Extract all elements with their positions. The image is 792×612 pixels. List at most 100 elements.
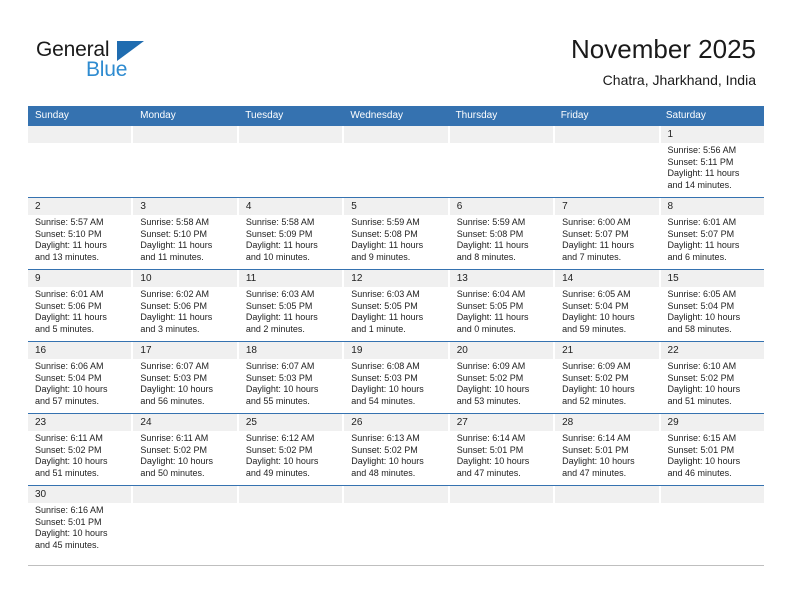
calendar-day-cell[interactable]: 24 Sunrise: 6:11 AM Sunset: 5:02 PM Dayl… (133, 414, 239, 485)
calendar-day-cell[interactable]: 4 Sunrise: 5:58 AM Sunset: 5:09 PM Dayli… (239, 198, 345, 269)
sunset-text: Sunset: 5:02 PM (562, 372, 629, 383)
calendar-day-cell[interactable] (450, 486, 556, 565)
daylight-text-line1: Daylight: 10 hours (456, 456, 530, 467)
day-sun-info: Sunrise: 6:01 AM Sunset: 5:07 PM Dayligh… (668, 215, 758, 263)
calendar-day-cell[interactable]: 17 Sunrise: 6:07 AM Sunset: 5:03 PM Dayl… (133, 342, 239, 413)
calendar-day-cell[interactable] (555, 126, 661, 197)
calendar-day-cell[interactable] (239, 486, 345, 565)
daylight-text-line2: and 59 minutes. (562, 323, 627, 334)
calendar-day-cell[interactable] (133, 126, 239, 197)
daylight-text-line2: and 50 minutes. (140, 467, 205, 478)
daylight-text-line2: and 58 minutes. (667, 323, 732, 334)
day-sun-info: Sunrise: 5:58 AM Sunset: 5:10 PM Dayligh… (140, 215, 230, 263)
daylight-text-line2: and 45 minutes. (35, 539, 100, 550)
calendar-day-cell[interactable]: 18 Sunrise: 6:07 AM Sunset: 5:03 PM Dayl… (239, 342, 345, 413)
sunset-text: Sunset: 5:09 PM (245, 228, 313, 239)
calendar-day-cell[interactable] (661, 486, 764, 565)
day-sun-info: Sunrise: 6:06 AM Sunset: 5:04 PM Dayligh… (35, 359, 125, 407)
day-number: 26 (351, 417, 363, 428)
daylight-text-line1: Daylight: 11 hours (245, 312, 318, 323)
calendar-day-cell[interactable]: 29 Sunrise: 6:15 AM Sunset: 5:01 PM Dayl… (661, 414, 764, 485)
calendar-day-cell[interactable]: 15 Sunrise: 6:05 AM Sunset: 5:04 PM Dayl… (661, 270, 764, 341)
daylight-text-line2: and 7 minutes. (562, 251, 622, 262)
day-number: 6 (456, 201, 463, 212)
calendar-day-cell[interactable]: 23 Sunrise: 6:11 AM Sunset: 5:02 PM Dayl… (28, 414, 134, 485)
calendar-day-cell[interactable]: 9 Sunrise: 6:01 AM Sunset: 5:06 PM Dayli… (28, 270, 134, 341)
calendar-day-cell[interactable] (28, 126, 134, 197)
calendar-week-row: 23 Sunrise: 6:11 AM Sunset: 5:02 PM Dayl… (28, 414, 764, 486)
daylight-text-line2: and 3 minutes. (140, 323, 200, 334)
day-sun-info: Sunrise: 6:11 AM Sunset: 5:02 PM Dayligh… (35, 431, 125, 479)
calendar-day-cell[interactable]: 19 Sunrise: 6:08 AM Sunset: 5:03 PM Dayl… (344, 342, 450, 413)
page-header: General Blue November 2025 Chatra, Jhark… (0, 0, 792, 104)
calendar-day-cell[interactable] (450, 126, 556, 197)
calendar-day-cell[interactable]: 5 Sunrise: 5:59 AM Sunset: 5:08 PM Dayli… (344, 198, 450, 269)
day-sun-info: Sunrise: 6:12 AM Sunset: 5:02 PM Dayligh… (246, 431, 336, 479)
calendar-day-cell[interactable] (133, 486, 239, 565)
sunrise-text: Sunrise: 5:57 AM (35, 217, 104, 227)
weekday-header-friday: Friday (560, 110, 589, 121)
calendar-day-cell[interactable] (344, 486, 450, 565)
calendar-day-cell[interactable]: 7 Sunrise: 6:00 AM Sunset: 5:07 PM Dayli… (555, 198, 661, 269)
sunrise-text: Sunrise: 6:05 AM (667, 289, 737, 299)
calendar-day-cell[interactable]: 2 Sunrise: 5:57 AM Sunset: 5:10 PM Dayli… (28, 198, 134, 269)
calendar-day-cell[interactable]: 26 Sunrise: 6:13 AM Sunset: 5:02 PM Dayl… (344, 414, 450, 485)
calendar-day-cell[interactable]: 14 Sunrise: 6:05 AM Sunset: 5:04 PM Dayl… (555, 270, 661, 341)
daylight-text-line2: and 48 minutes. (351, 467, 416, 478)
day-number: 7 (562, 201, 568, 212)
weekday-header-wednesday: Wednesday (350, 110, 404, 121)
day-sun-info: Sunrise: 6:16 AM Sunset: 5:01 PM Dayligh… (35, 503, 125, 551)
calendar-week-row: 2 Sunrise: 5:57 AM Sunset: 5:10 PM Dayli… (28, 198, 764, 270)
calendar-week-row: 9 Sunrise: 6:01 AM Sunset: 5:06 PM Dayli… (28, 270, 764, 342)
calendar-day-cell[interactable]: 8 Sunrise: 6:01 AM Sunset: 5:07 PM Dayli… (661, 198, 764, 269)
calendar-day-cell[interactable]: 12 Sunrise: 6:03 AM Sunset: 5:05 PM Dayl… (344, 270, 450, 341)
calendar-day-cell[interactable]: 27 Sunrise: 6:14 AM Sunset: 5:01 PM Dayl… (450, 414, 556, 485)
calendar-day-cell[interactable]: 28 Sunrise: 6:14 AM Sunset: 5:01 PM Dayl… (555, 414, 661, 485)
day-number: 15 (667, 273, 679, 284)
day-sun-info: Sunrise: 5:56 AM Sunset: 5:11 PM Dayligh… (668, 143, 758, 191)
daylight-text-line2: and 56 minutes. (140, 395, 205, 406)
day-sun-info: Sunrise: 6:10 AM Sunset: 5:02 PM Dayligh… (668, 359, 758, 407)
daylight-text-line1: Daylight: 10 hours (667, 456, 741, 467)
calendar-day-cell[interactable]: 22 Sunrise: 6:10 AM Sunset: 5:02 PM Dayl… (661, 342, 764, 413)
calendar-day-cell[interactable]: 6 Sunrise: 5:59 AM Sunset: 5:08 PM Dayli… (450, 198, 556, 269)
daylight-text-line1: Daylight: 10 hours (667, 384, 741, 395)
calendar-day-cell[interactable]: 10 Sunrise: 6:02 AM Sunset: 5:06 PM Dayl… (133, 270, 239, 341)
sunrise-text: Sunrise: 6:14 AM (562, 433, 631, 443)
calendar-day-cell[interactable]: 25 Sunrise: 6:12 AM Sunset: 5:02 PM Dayl… (239, 414, 345, 485)
calendar-day-cell[interactable]: 21 Sunrise: 6:09 AM Sunset: 5:02 PM Dayl… (555, 342, 661, 413)
day-number: 20 (456, 345, 468, 356)
day-sun-info: Sunrise: 5:59 AM Sunset: 5:08 PM Dayligh… (457, 215, 547, 263)
daylight-text-line1: Daylight: 11 hours (351, 312, 424, 323)
daylight-text-line1: Daylight: 10 hours (351, 384, 424, 395)
sunrise-text: Sunrise: 6:11 AM (35, 433, 103, 443)
day-number: 24 (140, 417, 152, 428)
calendar-day-cell[interactable]: 11 Sunrise: 6:03 AM Sunset: 5:05 PM Dayl… (239, 270, 345, 341)
sunrise-text: Sunrise: 6:06 AM (35, 361, 104, 371)
sunset-text: Sunset: 5:03 PM (245, 372, 313, 383)
calendar-day-cell[interactable]: 3 Sunrise: 5:58 AM Sunset: 5:10 PM Dayli… (133, 198, 239, 269)
daylight-text-line1: Daylight: 10 hours (667, 312, 741, 323)
daylight-text-line2: and 11 minutes. (140, 251, 204, 262)
day-sun-info: Sunrise: 6:01 AM Sunset: 5:06 PM Dayligh… (35, 287, 125, 335)
sunrise-text: Sunrise: 6:09 AM (456, 361, 526, 371)
weekday-header-monday: Monday (140, 110, 176, 121)
calendar-day-cell[interactable]: 30 Sunrise: 6:16 AM Sunset: 5:01 PM Dayl… (28, 486, 134, 565)
calendar-day-cell[interactable]: 16 Sunrise: 6:06 AM Sunset: 5:04 PM Dayl… (28, 342, 134, 413)
sunset-text: Sunset: 5:11 PM (667, 156, 734, 167)
calendar-day-cell[interactable] (344, 126, 450, 197)
sunrise-text: Sunrise: 6:13 AM (351, 433, 420, 443)
weekday-header-tuesday: Tuesday (245, 110, 284, 121)
calendar-day-cell[interactable]: 13 Sunrise: 6:04 AM Sunset: 5:05 PM Dayl… (450, 270, 556, 341)
calendar-day-cell[interactable]: 20 Sunrise: 6:09 AM Sunset: 5:02 PM Dayl… (450, 342, 556, 413)
general-blue-logo[interactable]: General Blue (36, 38, 216, 90)
calendar-day-cell[interactable] (239, 126, 345, 197)
daylight-text-line2: and 8 minutes. (456, 251, 516, 262)
sunrise-text: Sunrise: 6:03 AM (351, 289, 420, 299)
daylight-text-line1: Daylight: 10 hours (140, 456, 213, 467)
sunset-text: Sunset: 5:02 PM (140, 444, 207, 455)
calendar-day-cell[interactable]: 1 Sunrise: 5:56 AM Sunset: 5:11 PM Dayli… (661, 126, 764, 197)
calendar-day-cell[interactable] (555, 486, 661, 565)
day-number: 28 (562, 417, 574, 428)
daylight-text-line2: and 6 minutes. (667, 251, 727, 262)
